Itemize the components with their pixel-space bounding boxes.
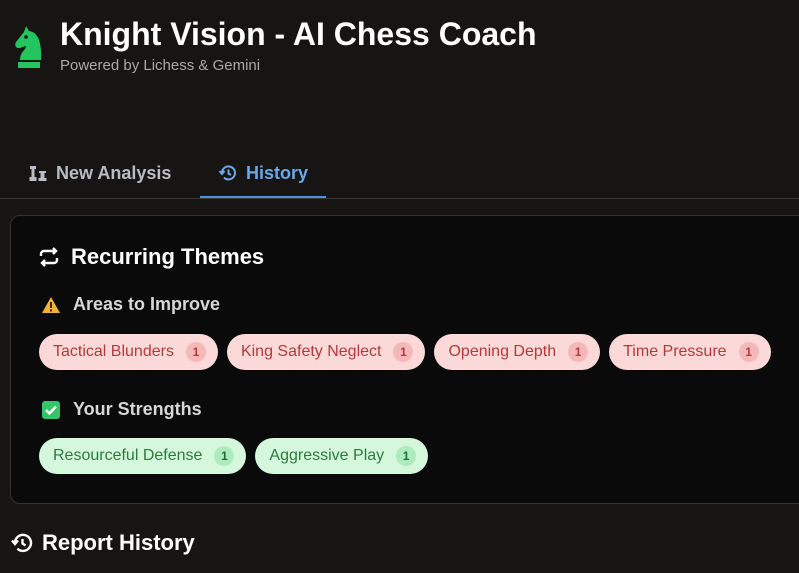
chip-label: Tactical Blunders bbox=[53, 343, 174, 360]
recurring-themes-title: Recurring Themes bbox=[71, 244, 265, 269]
check-box-icon bbox=[42, 400, 60, 419]
chip-count-badge: 1 bbox=[738, 342, 759, 362]
strength-chip[interactable]: Aggressive Play 1 bbox=[255, 438, 429, 474]
your-strengths-title: Your Strengths bbox=[73, 399, 202, 419]
tab-bar: New Analysis History bbox=[0, 150, 799, 199]
warning-icon bbox=[42, 296, 60, 313]
chip-label: King Safety Neglect bbox=[240, 343, 382, 360]
recurring-themes-heading: Recurring Themes bbox=[37, 244, 264, 270]
chip-count-badge: 1 bbox=[214, 446, 235, 466]
app-title: Knight Vision - AI Chess Coach bbox=[60, 16, 537, 52]
areas-to-improve-title: Areas to Improve bbox=[73, 294, 221, 314]
tab-new-analysis[interactable]: New Analysis bbox=[28, 150, 171, 196]
improve-chip-list: Tactical Blunders 1 King Safety Neglect … bbox=[39, 334, 771, 370]
strength-chip[interactable]: Resourceful Defense 1 bbox=[39, 438, 247, 474]
areas-to-improve-heading: Areas to Improve bbox=[41, 294, 220, 315]
improve-chip[interactable]: Time Pressure 1 bbox=[609, 334, 771, 370]
repeat-icon bbox=[39, 247, 59, 267]
app-root: Knight Vision - AI Chess Coach Powered b… bbox=[0, 0, 799, 573]
app-header: Knight Vision - AI Chess Coach Powered b… bbox=[10, 14, 537, 76]
chip-count-badge: 1 bbox=[568, 342, 589, 362]
knight-logo-icon bbox=[15, 26, 42, 68]
chess-pieces-icon bbox=[29, 166, 47, 181]
tab-new-analysis-label: New Analysis bbox=[56, 162, 172, 183]
report-history-title: Report History bbox=[42, 530, 195, 555]
chip-count-badge: 1 bbox=[393, 342, 414, 362]
tab-history[interactable]: History bbox=[200, 150, 326, 198]
app-subtitle: Powered by Lichess & Gemini bbox=[60, 57, 261, 74]
report-history-heading: Report History bbox=[10, 530, 195, 556]
improve-chip[interactable]: Tactical Blunders 1 bbox=[39, 334, 218, 370]
strength-chip-list: Resourceful Defense 1 Aggressive Play 1 bbox=[39, 438, 429, 474]
chip-label: Resourceful Defense bbox=[53, 447, 203, 464]
chip-label: Opening Depth bbox=[448, 343, 557, 360]
your-strengths-heading: Your Strengths bbox=[41, 399, 202, 420]
history-icon bbox=[11, 533, 33, 553]
improve-chip[interactable]: Opening Depth 1 bbox=[434, 334, 601, 370]
chip-label: Time Pressure bbox=[623, 343, 727, 360]
tab-history-label: History bbox=[245, 162, 308, 183]
chip-label: Aggressive Play bbox=[269, 447, 385, 464]
chip-count-badge: 1 bbox=[396, 446, 417, 466]
chip-count-badge: 1 bbox=[185, 342, 206, 362]
recurring-themes-card: Recurring Themes Areas to Improve Tactic… bbox=[10, 215, 799, 504]
improve-chip[interactable]: King Safety Neglect 1 bbox=[226, 334, 426, 370]
history-icon bbox=[218, 165, 236, 181]
